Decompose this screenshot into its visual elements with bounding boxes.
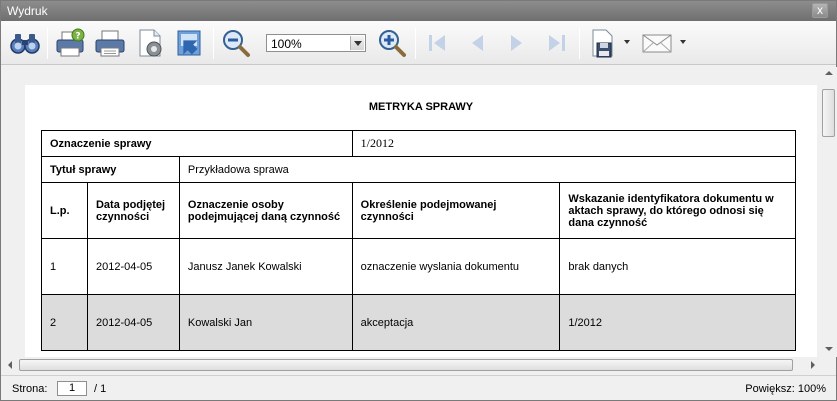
scroll-right-icon[interactable] (811, 361, 815, 369)
page-total: / 1 (94, 383, 107, 395)
chevron-down-icon[interactable] (680, 40, 686, 44)
chevron-down-icon[interactable] (350, 36, 364, 50)
scroll-left-icon[interactable] (8, 361, 12, 369)
table-row: 2 2012-04-05 Kowalski Jan akceptacja 1/2… (41, 294, 796, 351)
case-metrics-table: Oznaczenie sprawy 1/2012 Tytuł sprawy Pr… (41, 130, 797, 351)
column-header: Określenie podejmowanej czynności (351, 182, 561, 239)
page-number-input[interactable]: 1 (57, 381, 87, 396)
window-title: Wydruk (7, 4, 48, 18)
next-page-icon[interactable] (500, 26, 534, 60)
page-setup-icon[interactable] (133, 26, 167, 60)
document-page: METRYKA SPRAWY Oznaczenie sprawy 1/2012 … (25, 85, 817, 357)
toolbar-separator (47, 27, 48, 59)
table-cell: 1/2012 (559, 294, 796, 351)
email-icon[interactable] (640, 26, 674, 60)
zoom-select[interactable]: 100% (266, 34, 366, 52)
table-cell: 2012-04-05 (86, 238, 180, 295)
toolbar-separator (213, 27, 214, 59)
zoom-select-value: 100% (271, 37, 302, 51)
table-cell: Kowalski Jan (178, 294, 353, 351)
page-label: Strona: (12, 383, 48, 395)
case-mark-label: Oznaczenie sprawy (41, 130, 353, 157)
table-row: Oznaczenie sprawy 1/2012 (41, 130, 797, 157)
close-button[interactable]: x (812, 3, 828, 18)
horizontal-scroll-thumb[interactable] (19, 359, 793, 371)
zoom-in-icon[interactable] (375, 26, 409, 60)
previous-page-icon[interactable] (460, 26, 494, 60)
scroll-up-icon[interactable] (825, 71, 833, 75)
table-cell: Janusz Janek Kowalski (178, 238, 353, 295)
title-bar[interactable]: Wydruk x (1, 1, 836, 21)
toolbar-separator (415, 27, 416, 59)
table-row: 1 2012-04-05 Janusz Janek Kowalski oznac… (41, 238, 796, 295)
vertical-scroll-thumb[interactable] (822, 89, 835, 137)
save-icon[interactable] (585, 26, 619, 60)
table-cell: 2012-04-05 (86, 294, 180, 351)
svg-text:?: ? (75, 32, 80, 42)
print-icon[interactable]: ? (53, 26, 87, 60)
column-header: L.p. (41, 182, 88, 239)
status-bar: Strona: 1 / 1 Powiększ: 100% (1, 375, 836, 400)
table-cell: akceptacja (351, 294, 561, 351)
preview-area[interactable]: METRYKA SPRAWY Oznaczenie sprawy 1/2012 … (5, 67, 821, 357)
toolbar-separator (579, 27, 580, 59)
print-preview-window: Wydruk x ? 100% METRYKA SPRAWY Oznaczeni… (0, 0, 837, 401)
chevron-down-icon[interactable] (624, 40, 630, 44)
table-row: Tytuł sprawy Przykładowa sprawa (41, 156, 797, 183)
table-header-row: L.p. Data podjętej czynności Oznaczenie … (41, 182, 796, 239)
table-cell: brak danych (559, 238, 796, 295)
horizontal-scrollbar[interactable] (5, 357, 821, 373)
scroll-down-icon[interactable] (825, 347, 833, 351)
vertical-scrollbar[interactable] (821, 67, 837, 357)
zoom-status: Powiększ: 100% (745, 383, 826, 395)
export-icon[interactable] (173, 26, 207, 60)
zoom-out-icon[interactable] (219, 26, 253, 60)
first-page-icon[interactable] (421, 26, 455, 60)
last-page-icon[interactable] (539, 26, 573, 60)
case-title-value: Przykładowa sprawa (178, 156, 797, 183)
table-cell: oznaczenie wyslania dokumentu (351, 238, 561, 295)
case-title-label: Tytuł sprawy (41, 156, 180, 183)
column-header: Data podjętej czynności (86, 182, 180, 239)
quick-print-icon[interactable] (93, 26, 127, 60)
column-header: Wskazanie identyfikatora dokumentu w akt… (559, 182, 796, 239)
case-mark-value: 1/2012 (351, 130, 797, 157)
find-icon[interactable] (8, 26, 42, 60)
document-title: METRYKA SPRAWY (368, 101, 474, 113)
column-header: Oznaczenie osoby podejmującej daną czynn… (178, 182, 353, 239)
toolbar: ? 100% (1, 21, 836, 65)
table-cell: 1 (41, 238, 88, 295)
table-cell: 2 (41, 294, 88, 351)
